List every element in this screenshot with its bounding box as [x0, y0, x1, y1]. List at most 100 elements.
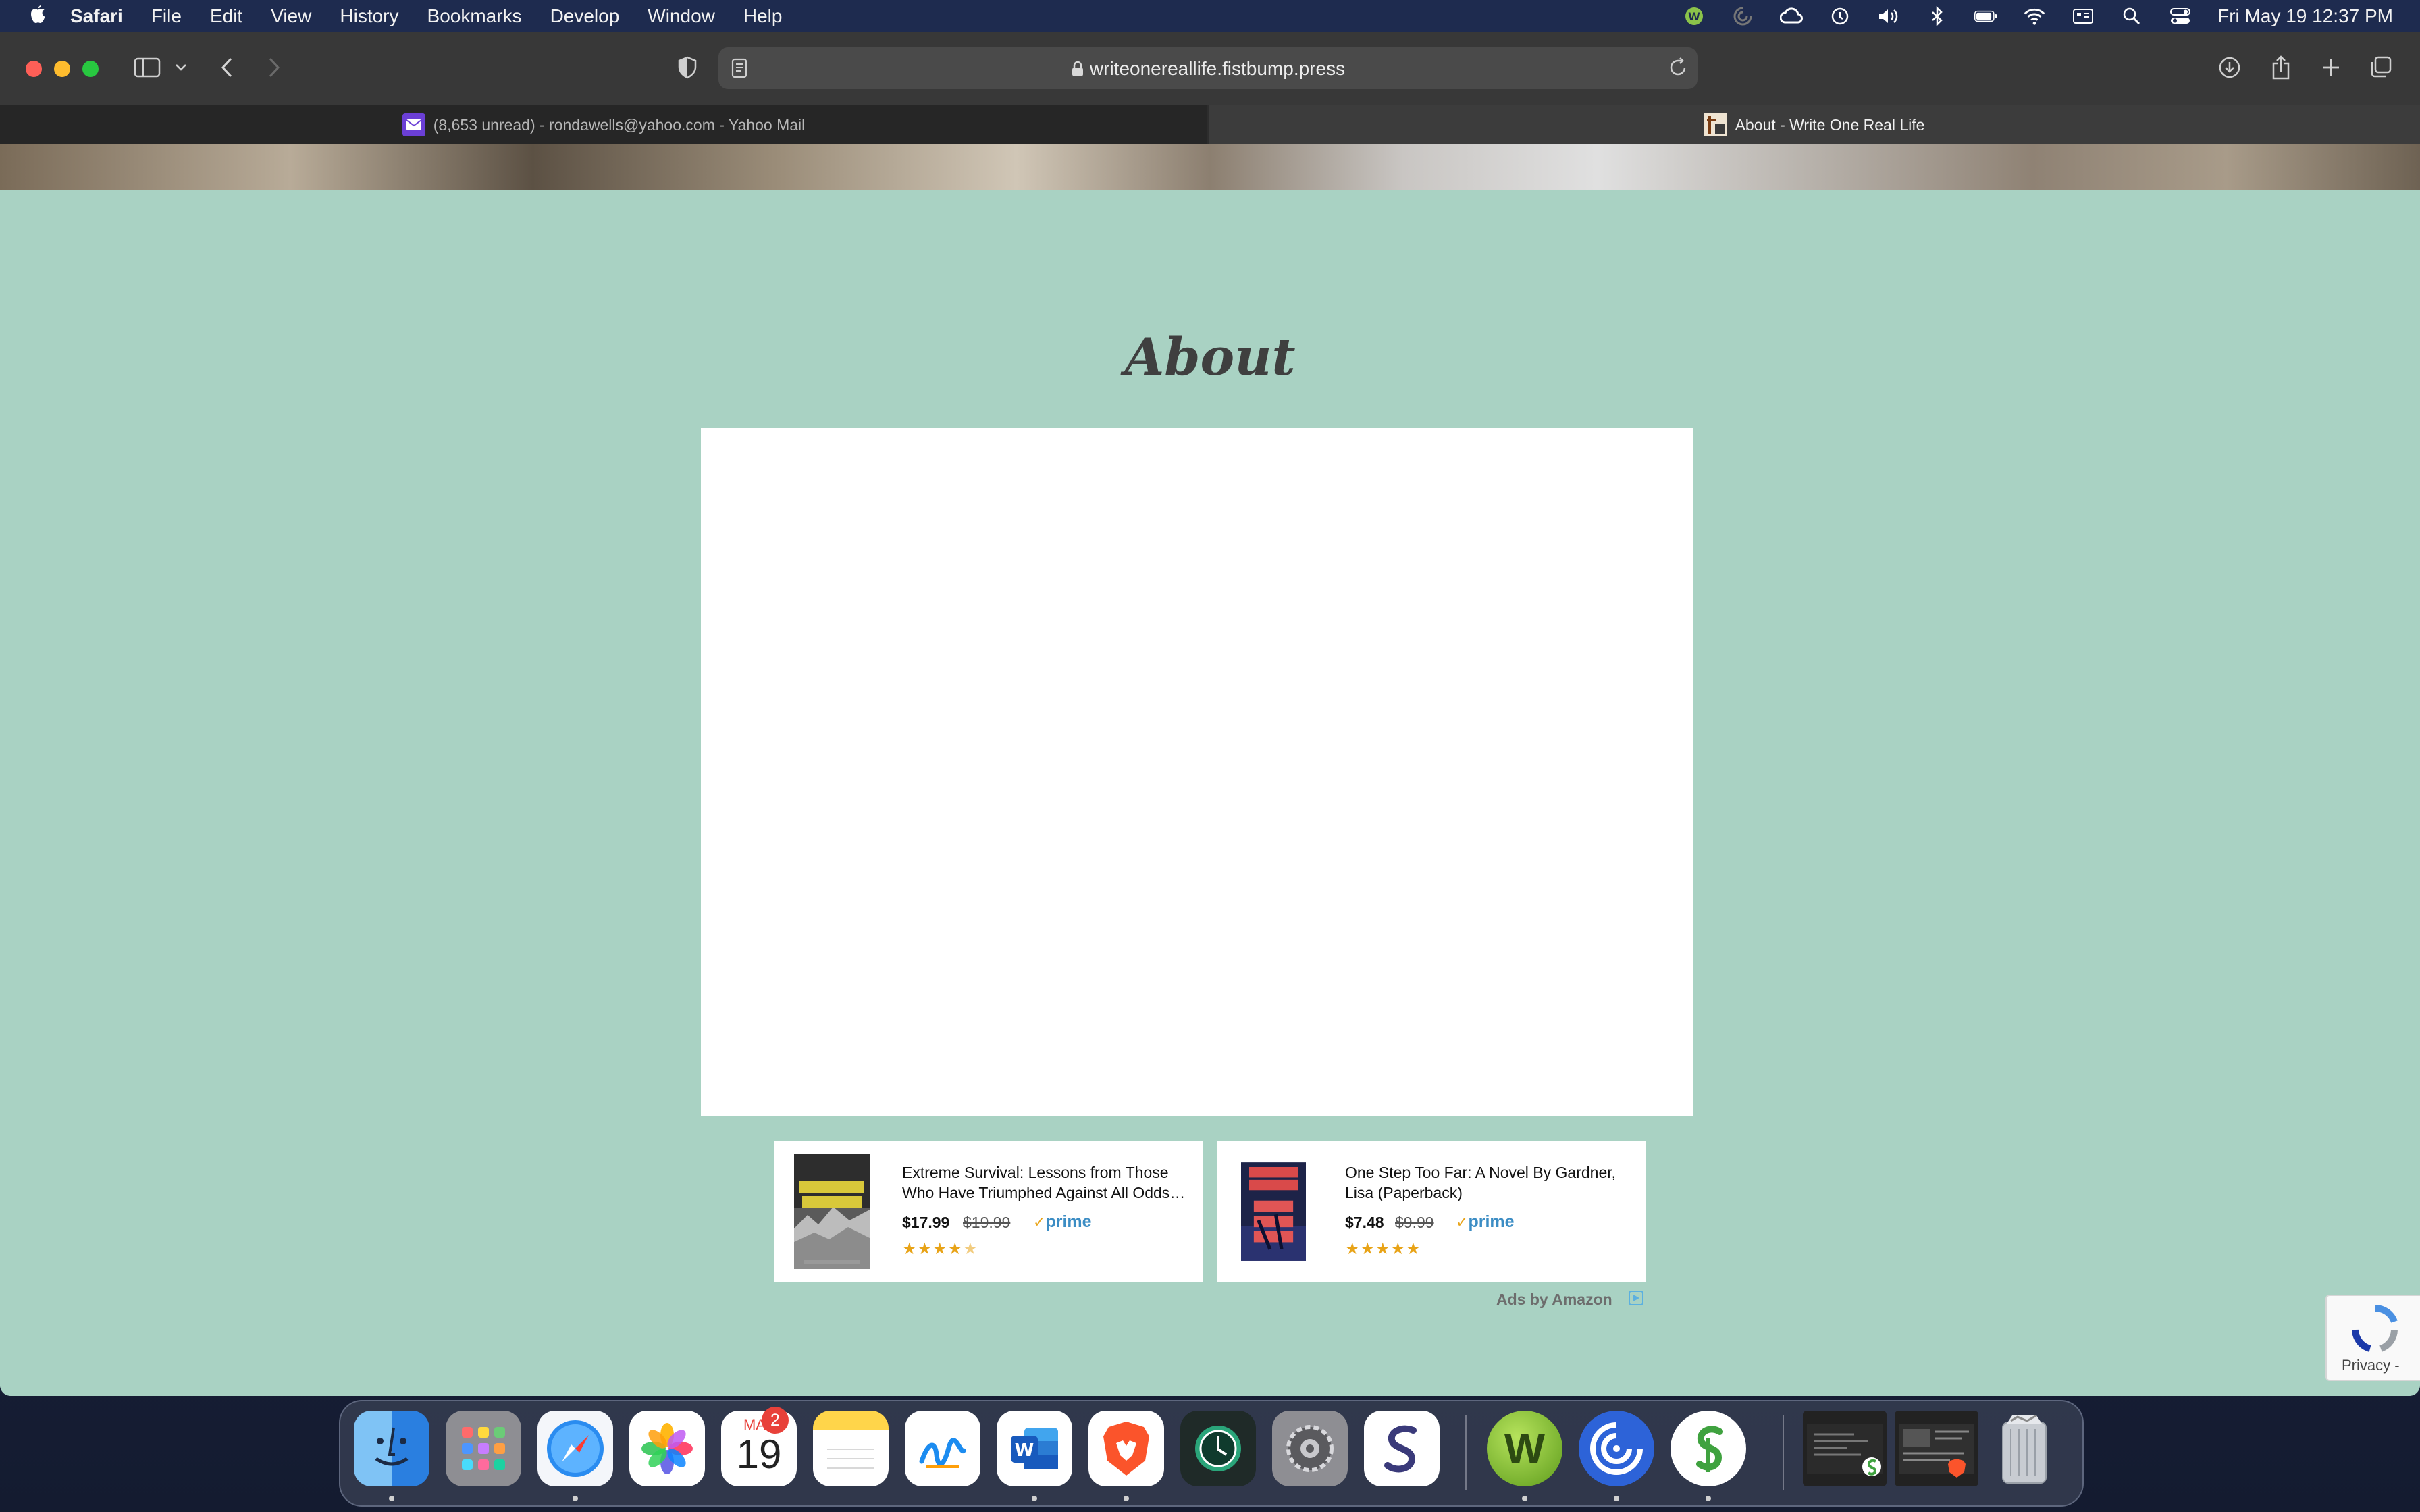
system-preferences-icon[interactable] — [1272, 1411, 1348, 1486]
running-indicator — [389, 1496, 394, 1501]
header-banner-image — [0, 144, 2420, 190]
menu-develop[interactable]: Develop — [550, 5, 620, 27]
launchpad-icon[interactable] — [446, 1411, 521, 1486]
microsoft-word-icon[interactable]: W — [997, 1411, 1072, 1486]
embedded-video-frame[interactable] — [701, 428, 1693, 1116]
running-indicator — [1124, 1496, 1129, 1501]
creative-cloud-icon[interactable] — [1780, 6, 1804, 26]
apple-menu-icon[interactable] — [26, 5, 47, 28]
spiral-app-icon[interactable] — [1579, 1411, 1654, 1486]
safari-window: writeonereallife.fistbump.press (8,653 u… — [0, 32, 2420, 1396]
adchoices-icon[interactable] — [1629, 1291, 1643, 1305]
ads-by-amazon-link[interactable]: Ads by Amazon — [1496, 1291, 1612, 1309]
ad-old-price: $9.99 — [1395, 1214, 1434, 1231]
forward-button[interactable] — [262, 53, 286, 82]
svg-text:W: W — [1688, 10, 1700, 23]
zoom-window-button[interactable] — [82, 61, 99, 77]
volume-icon[interactable] — [1877, 6, 1900, 26]
notes-icon[interactable] — [813, 1411, 889, 1486]
running-indicator — [573, 1496, 578, 1501]
scapple-icon[interactable] — [1671, 1411, 1746, 1486]
svg-text:W: W — [1015, 1440, 1034, 1461]
page-title: About — [1124, 327, 1296, 387]
book-cover-one-step-too-far[interactable] — [1241, 1154, 1306, 1269]
prime-label: prime — [1045, 1212, 1092, 1231]
menu-safari[interactable]: Safari — [70, 5, 123, 27]
running-indicator — [1032, 1496, 1037, 1501]
url-text[interactable]: writeonereallife.fistbump.press — [718, 58, 1698, 80]
scrivener-icon[interactable] — [1364, 1411, 1440, 1486]
minimize-window-button[interactable] — [54, 61, 70, 77]
star-rating: ★★★★★ — [1345, 1240, 1421, 1258]
new-tab-icon[interactable] — [2317, 53, 2344, 82]
tab-about-label: About - Write One Real Life — [1735, 115, 1925, 134]
sidebar-toggle-icon[interactable] — [132, 53, 162, 82]
dock-separator — [1783, 1415, 1784, 1490]
browser-toolbar: writeonereallife.fistbump.press — [0, 32, 2420, 107]
close-window-button[interactable] — [26, 61, 42, 77]
dock-separator — [1465, 1415, 1467, 1490]
menu-help[interactable]: Help — [743, 5, 783, 27]
tab-yahoo-mail-label: (8,653 unread) - rondawells@yahoo.com - … — [433, 115, 806, 134]
ad-old-price: $19.99 — [963, 1214, 1011, 1231]
prime-label: prime — [1468, 1212, 1515, 1231]
calendar-day: 19 — [736, 1432, 782, 1477]
write-one-real-life-favicon-icon — [1704, 113, 1727, 136]
web-content: About Extreme Survival: Lessons from Tho… — [0, 144, 2420, 1396]
minimized-window-thumbnail[interactable] — [1803, 1411, 1887, 1486]
tab-yahoo-mail[interactable]: (8,653 unread) - rondawells@yahoo.com - … — [0, 105, 1207, 144]
bluetooth-icon[interactable] — [1926, 6, 1949, 26]
tab-about-write-one-real-life[interactable]: About - Write One Real Life — [1209, 105, 2420, 144]
freeform-icon[interactable] — [905, 1411, 980, 1486]
amazon-ad-product[interactable]: One Step Too Far: A Novel By Gardner, Li… — [1217, 1141, 1646, 1282]
amazon-ad-product[interactable]: Extreme Survival: Lessons from Those Who… — [774, 1141, 1203, 1282]
menu-view[interactable]: View — [271, 5, 311, 27]
wifi-icon[interactable] — [2023, 6, 2046, 26]
url-label: writeonereallife.fistbump.press — [1089, 58, 1346, 79]
recaptcha-privacy-link[interactable]: Privacy - — [2342, 1357, 2400, 1374]
downloads-icon[interactable] — [2216, 53, 2243, 82]
prime-badge: ✓prime — [1456, 1212, 1515, 1231]
battery-icon[interactable] — [1974, 6, 1997, 26]
menu-window[interactable]: Window — [648, 5, 715, 27]
grammarly-status-icon[interactable]: W — [1683, 6, 1706, 26]
star-rating: ★★★★★ — [902, 1240, 978, 1258]
lock-icon — [1072, 61, 1083, 76]
menu-history[interactable]: History — [340, 5, 398, 27]
minimized-window-thumbnail[interactable] — [1895, 1411, 1978, 1486]
brave-browser-icon[interactable] — [1088, 1411, 1164, 1486]
photos-icon[interactable] — [629, 1411, 705, 1486]
control-center-icon[interactable] — [2169, 6, 2192, 26]
recaptcha-badge[interactable]: Privacy - — [2325, 1295, 2420, 1381]
menu-bar: Safari File Edit View History Bookmarks … — [0, 0, 2420, 32]
calendar-notification-badge: 2 — [762, 1407, 789, 1434]
chevron-down-icon[interactable] — [173, 53, 189, 82]
menu-file[interactable]: File — [151, 5, 182, 27]
menu-edit[interactable]: Edit — [210, 5, 242, 27]
recaptcha-icon — [2352, 1305, 2398, 1352]
address-bar[interactable]: writeonereallife.fistbump.press — [718, 47, 1698, 89]
book-cover-extreme-survival[interactable] — [794, 1154, 870, 1269]
menubar-clock[interactable]: Fri May 19 12:37 PM — [2217, 5, 2393, 27]
dock: MAY 19 W W — [339, 1400, 2084, 1507]
spiral-status-icon[interactable] — [1731, 6, 1754, 26]
input-source-icon[interactable] — [2072, 6, 2095, 26]
reload-icon[interactable] — [1668, 57, 1688, 82]
ad-product-title[interactable]: Extreme Survival: Lessons from Those Who… — [902, 1162, 1192, 1203]
back-button[interactable] — [215, 53, 239, 82]
time-machine-status-icon[interactable] — [1829, 6, 1851, 26]
grammarly-dock-icon[interactable]: W — [1487, 1411, 1562, 1486]
menu-bookmarks[interactable]: Bookmarks — [427, 5, 522, 27]
spotlight-search-icon[interactable] — [2120, 6, 2143, 26]
tab-overview-icon[interactable] — [2367, 53, 2394, 82]
trash-icon[interactable] — [1987, 1411, 2062, 1486]
privacy-report-icon[interactable] — [674, 53, 701, 82]
yahoo-mail-favicon-icon — [402, 113, 425, 136]
running-indicator — [1522, 1496, 1527, 1501]
status-menus: W Fri May 19 12:37 PM — [1657, 0, 2393, 32]
share-icon[interactable] — [2267, 53, 2294, 82]
safari-dock-icon[interactable] — [537, 1411, 613, 1486]
finder-icon[interactable] — [354, 1411, 429, 1486]
time-machine-icon[interactable] — [1180, 1411, 1256, 1486]
ad-product-title[interactable]: One Step Too Far: A Novel By Gardner, Li… — [1345, 1162, 1635, 1203]
